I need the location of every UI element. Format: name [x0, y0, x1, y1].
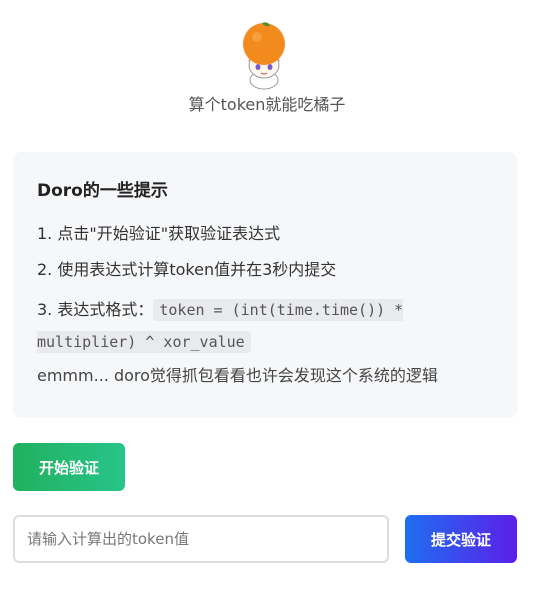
header: 算个token就能吃橘子 [0, 0, 534, 130]
tip-step-3-label: 3. 表达式格式： [37, 300, 154, 319]
tip-step-2: 2. 使用表达式计算token值并在3秒内提交 [37, 260, 337, 279]
tip-step-1: 1. 点击"开始验证"获取验证表达式 [37, 224, 281, 243]
orange-head-character-icon [243, 22, 285, 90]
tip-step-3: 3. 表达式格式： token = (int(time.time()) * mul… [37, 294, 493, 358]
page-subtitle: 算个token就能吃橘子 [188, 95, 346, 114]
tips-card: Doro的一些提示 1. 点击"开始验证"获取验证表达式 2. 使用表达式计算t… [13, 152, 517, 418]
start-verify-button[interactable]: 开始验证 [13, 443, 125, 491]
submit-verify-button[interactable]: 提交验证 [405, 515, 517, 563]
tips-title: Doro的一些提示 [37, 181, 168, 201]
tip-note: emmm... doro觉得抓包看看也许会发现这个系统的逻辑 [37, 366, 438, 385]
token-input[interactable] [13, 515, 389, 563]
